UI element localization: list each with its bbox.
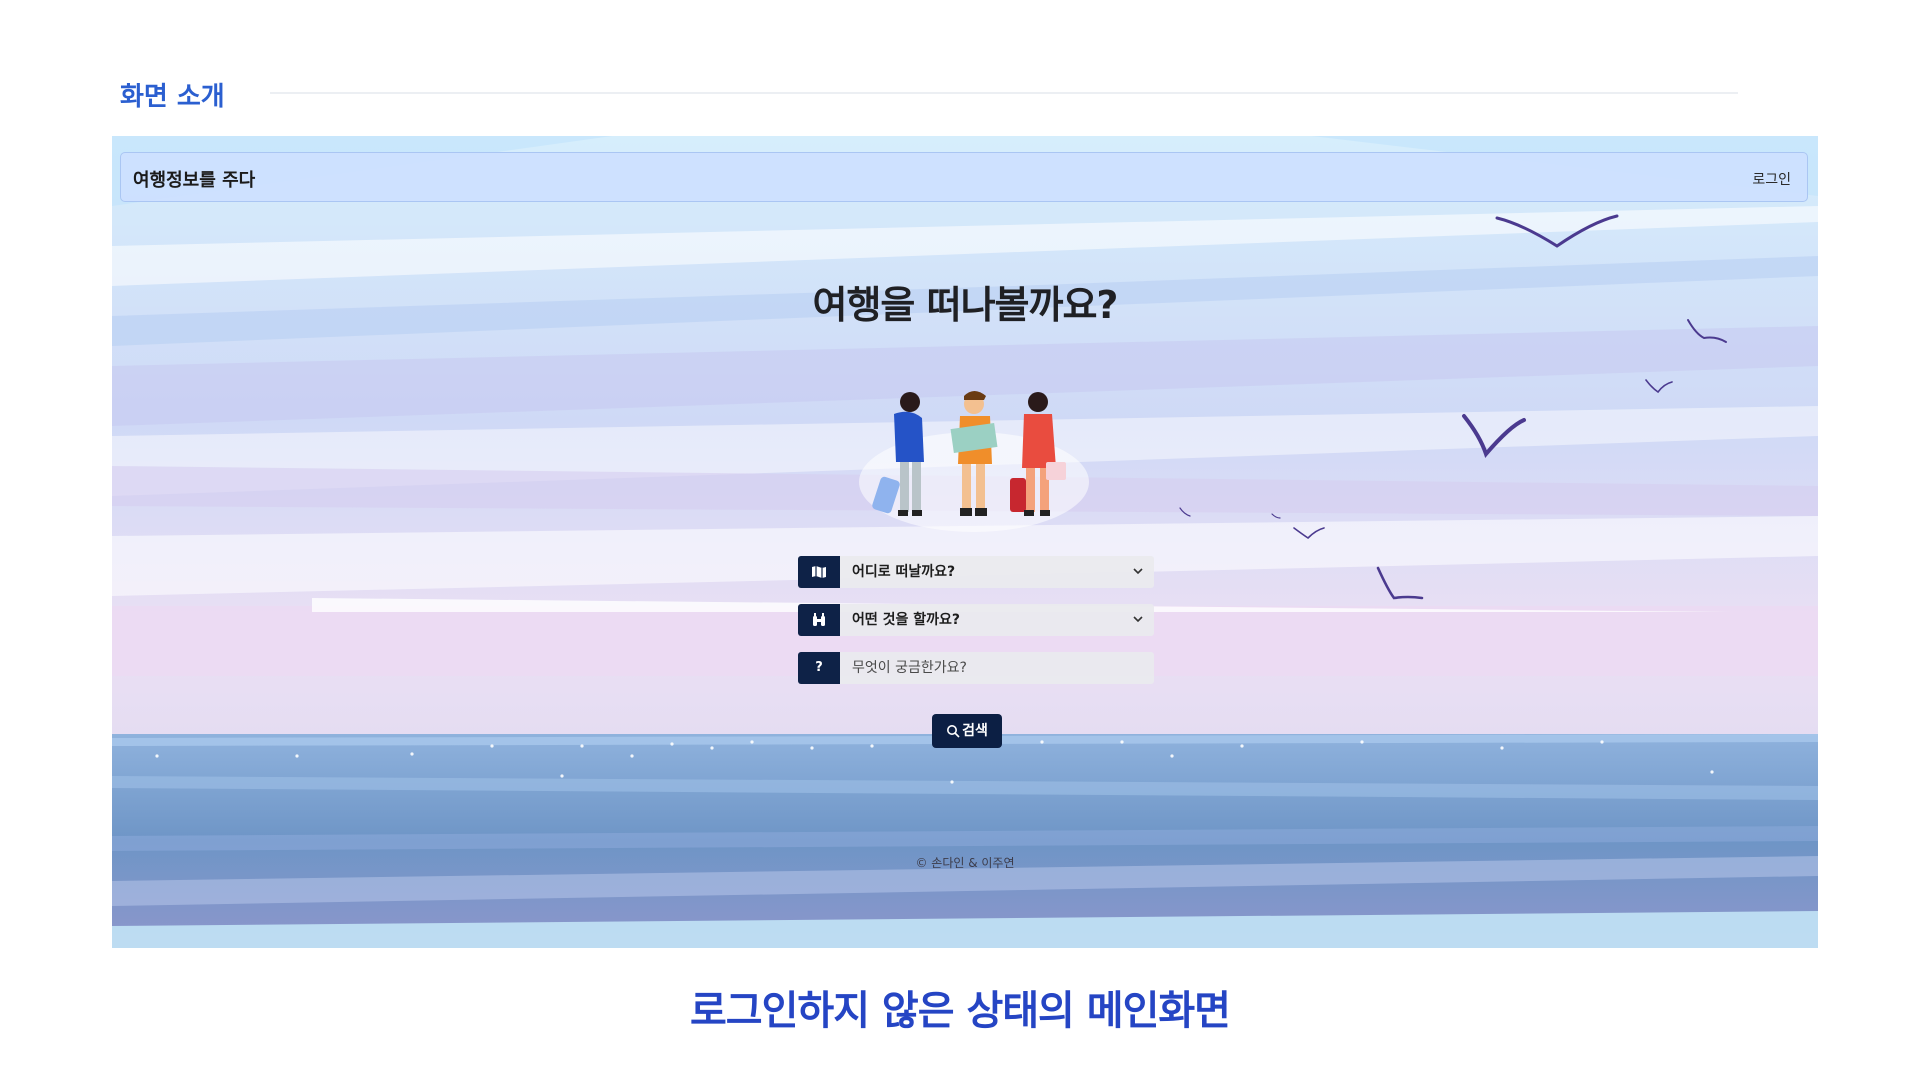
map-icon <box>798 556 840 588</box>
destination-select-value[interactable]: 어디로 떠날까요? <box>840 556 1154 588</box>
search-button-label: 검색 <box>962 723 988 739</box>
header-divider <box>270 92 1738 94</box>
question-input[interactable]: 무엇이 궁금한가요? <box>840 652 1154 684</box>
destination-select[interactable]: 어디로 떠날까요? <box>798 556 1154 588</box>
binoculars-icon <box>798 604 840 636</box>
section-title: 화면 소개 <box>120 82 225 112</box>
chevron-down-icon[interactable] <box>1132 604 1144 639</box>
footer-copyright: © 손다인 & 이주연 <box>915 856 1015 870</box>
screenshot-frame: 여행정보를 주다 로그인 여행을 떠나볼까요? 어디로 떠날까요? 어떤 것을 … <box>112 136 1818 948</box>
search-icon <box>947 725 960 738</box>
question-field[interactable]: ? 무엇이 궁금한가요? <box>798 652 1154 684</box>
question-icon: ? <box>798 652 840 684</box>
hero-title: 여행을 떠나볼까요? <box>812 283 1119 327</box>
top-navbar: 여행정보를 주다 로그인 <box>120 152 1808 202</box>
slide-header: 화면 소개 <box>120 72 1740 112</box>
activity-select-value[interactable]: 어떤 것을 할까요? <box>840 604 1154 636</box>
search-button[interactable]: 검색 <box>932 714 1002 748</box>
slide-caption: 로그인하지 않은 상태의 메인화면 <box>690 988 1231 1034</box>
site-brand[interactable]: 여행정보를 주다 <box>133 166 255 192</box>
login-link[interactable]: 로그인 <box>1752 169 1791 189</box>
chevron-down-icon[interactable] <box>1132 556 1144 591</box>
activity-select[interactable]: 어떤 것을 할까요? <box>798 604 1154 636</box>
